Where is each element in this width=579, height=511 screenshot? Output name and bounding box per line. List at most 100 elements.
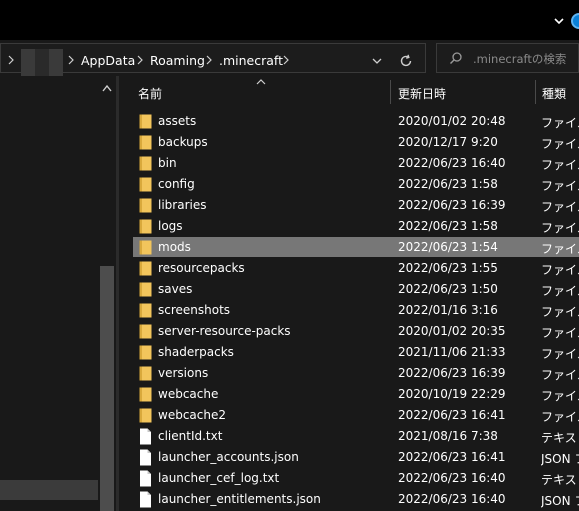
chevron-right-icon[interactable]: [67, 55, 75, 65]
file-name: libraries: [158, 198, 207, 212]
file-name: launcher_accounts.json: [158, 450, 299, 464]
column-header-type[interactable]: 種類: [542, 76, 566, 106]
title-bar: [0, 0, 579, 40]
folder-icon: [139, 218, 152, 235]
file-row[interactable]: launcher_accounts.json 2022/06/23 16:41 JS…: [133, 447, 579, 467]
file-row[interactable]: webcache 2020/10/19 22:29 ファイル: [133, 384, 579, 404]
column-header-date[interactable]: 更新日時: [398, 76, 446, 106]
file-row[interactable]: screenshots 2022/01/16 3:16 ファイル: [133, 300, 579, 320]
file-icon: [139, 491, 152, 508]
file-date: 2022/06/23 1:54: [398, 240, 498, 254]
breadcrumb-minecraft[interactable]: .minecraft: [219, 53, 283, 68]
file-date: 2022/01/16 3:16: [398, 303, 498, 317]
file-type: ファイル: [541, 284, 579, 298]
folder-icon: [139, 323, 152, 340]
file-date: 2022/06/23 1:58: [398, 219, 498, 233]
file-type: テキスト: [541, 473, 579, 487]
file-row[interactable]: webcache2 2022/06/23 16:41 ファイル: [133, 405, 579, 425]
help-icon[interactable]: [571, 13, 579, 29]
file-row[interactable]: mods 2022/06/23 1:54 ファイル: [133, 237, 579, 257]
file-type: JSON フ: [541, 494, 579, 508]
file-row[interactable]: shaderpacks 2021/11/06 21:33 ファイル: [133, 342, 579, 362]
file-name: backups: [158, 135, 208, 149]
file-date: 2020/01/02 20:35: [398, 324, 506, 338]
file-name: logs: [158, 219, 183, 233]
address-history-dropdown-icon[interactable]: [371, 56, 383, 66]
folder-icon: [139, 239, 152, 256]
chevron-right-icon[interactable]: [282, 55, 290, 65]
file-icon: [139, 428, 152, 445]
file-type: テキスト: [541, 431, 579, 445]
file-name: shaderpacks: [158, 345, 234, 359]
file-type: ファイル: [541, 410, 579, 424]
column-divider[interactable]: [535, 80, 536, 104]
file-date: 2021/11/06 21:33: [398, 345, 506, 359]
file-name: config: [158, 177, 195, 191]
file-date: 2020/01/02 20:48: [398, 114, 506, 128]
file-date: 2022/06/23 16:40: [398, 471, 506, 485]
file-date: 2022/06/23 16:40: [398, 156, 506, 170]
file-date: 2021/08/16 7:38: [398, 429, 498, 443]
file-name: webcache2: [158, 408, 226, 422]
file-row[interactable]: assets 2020/01/02 20:48 ファイル: [133, 111, 579, 131]
file-row[interactable]: versions 2022/06/23 16:39 ファイル: [133, 363, 579, 383]
folder-icon: [139, 386, 152, 403]
chevron-right-icon[interactable]: [7, 55, 15, 65]
navigation-pane[interactable]: [0, 76, 117, 511]
chevron-right-icon[interactable]: [205, 55, 213, 65]
file-row[interactable]: logs 2022/06/23 1:58 ファイル: [133, 216, 579, 236]
folder-icon: [139, 407, 152, 424]
folder-icon: [139, 281, 152, 298]
scroll-up-icon[interactable]: [102, 84, 112, 92]
redacted-username-crumb: [21, 49, 63, 79]
folder-icon: [139, 260, 152, 277]
file-row[interactable]: launcher_cef_log.txt 2022/06/23 16:40 テキスト: [133, 468, 579, 488]
refresh-icon[interactable]: [399, 54, 413, 68]
file-row[interactable]: libraries 2022/06/23 16:39 ファイル: [133, 195, 579, 215]
file-type: ファイル: [541, 200, 579, 214]
file-name: saves: [158, 282, 193, 296]
file-name: versions: [158, 366, 209, 380]
navigation-scrollbar-thumb[interactable]: [100, 266, 114, 511]
file-date: 2022/06/23 16:41: [398, 408, 506, 422]
breadcrumb-appdata[interactable]: AppData: [81, 53, 135, 68]
file-row[interactable]: server-resource-packs 2020/01/02 20:35 ファイ…: [133, 321, 579, 341]
address-bar[interactable]: AppData Roaming .minecraft: [0, 43, 426, 79]
expand-ribbon-chevron-icon[interactable]: [552, 14, 566, 28]
file-type: ファイル: [541, 242, 579, 256]
file-row[interactable]: bin 2022/06/23 16:40 ファイル: [133, 153, 579, 173]
file-list[interactable]: 名前 更新日時 種類 assets2020/01/02 20:48ファイルbac…: [119, 76, 579, 511]
file-row[interactable]: config 2022/06/23 1:58 ファイル: [133, 174, 579, 194]
search-input[interactable]: [473, 50, 578, 68]
breadcrumb-roaming[interactable]: Roaming: [150, 53, 205, 68]
file-row[interactable]: clientId.txt 2021/08/16 7:38 テキスト: [133, 426, 579, 446]
file-type: ファイル: [541, 179, 579, 193]
search-icon: [450, 52, 462, 64]
file-type: ファイル: [541, 158, 579, 172]
file-type: ファイル: [541, 368, 579, 382]
file-row[interactable]: saves 2022/06/23 1:50 ファイル: [133, 279, 579, 299]
file-type: ファイル: [541, 263, 579, 277]
file-type: ファイル: [541, 221, 579, 235]
file-icon: [139, 470, 152, 487]
file-name: mods: [158, 240, 191, 254]
file-name: webcache: [158, 387, 219, 401]
navigation-selected-item[interactable]: [0, 480, 98, 500]
search-box[interactable]: [436, 43, 579, 73]
file-row[interactable]: backups 2020/12/17 9:20 ファイル: [133, 132, 579, 152]
file-type: ファイル: [541, 116, 579, 130]
file-name: bin: [158, 156, 177, 170]
file-date: 2022/06/23 16:40: [398, 492, 506, 506]
file-row[interactable]: launcher_entitlements.json 2022/06/23 16:…: [133, 489, 579, 509]
column-header-name[interactable]: 名前: [138, 76, 162, 106]
file-date: 2022/06/23 1:55: [398, 261, 498, 275]
file-date: 2022/06/23 16:39: [398, 198, 506, 212]
file-date: 2022/06/23 1:58: [398, 177, 498, 191]
folder-icon: [139, 302, 152, 319]
file-date: 2022/06/23 16:39: [398, 366, 506, 380]
file-row[interactable]: resourcepacks 2022/06/23 1:55 ファイル: [133, 258, 579, 278]
folder-icon: [139, 155, 152, 172]
folder-icon: [139, 344, 152, 361]
chevron-right-icon[interactable]: [136, 55, 144, 65]
column-divider[interactable]: [390, 80, 391, 104]
